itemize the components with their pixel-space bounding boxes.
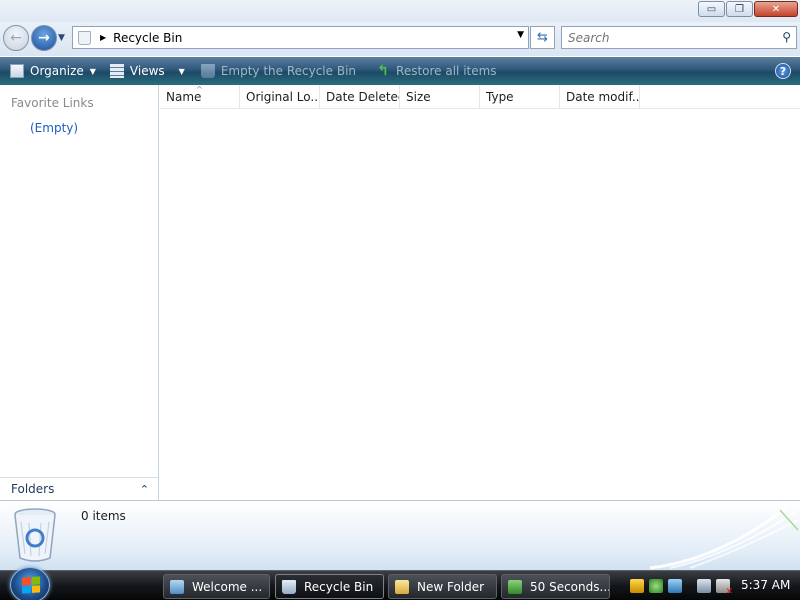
item-count: 0 items — [81, 509, 126, 523]
ie-icon — [170, 579, 184, 594]
start-button[interactable] — [10, 567, 50, 600]
system-tray — [630, 575, 733, 597]
taskbar-item-label: Recycle Bin — [304, 579, 374, 594]
views-button[interactable]: Views ▼ — [106, 57, 189, 85]
favorite-links-header: Favorite Links — [11, 96, 94, 110]
recycle-bin-icon — [78, 30, 91, 45]
taskbar-item-label: 50 Seconds... — [530, 579, 610, 594]
recent-pages-dropdown[interactable]: ▼ — [58, 33, 65, 43]
forward-button[interactable]: → — [31, 25, 57, 51]
navigation-pane: Favorite Links (Empty) Folders ⌃ — [0, 85, 159, 500]
decorative-swoosh — [649, 503, 799, 570]
file-list[interactable] — [160, 109, 800, 500]
restore-all-button[interactable]: ↰ Restore all items — [372, 57, 501, 85]
command-bar: Organize ▼ Views ▼ Empty the Recycle Bin… — [0, 57, 800, 85]
organize-button[interactable]: Organize ▼ — [6, 57, 100, 85]
organize-icon — [10, 64, 24, 78]
app-icon — [508, 579, 522, 594]
volume-muted-icon[interactable] — [716, 579, 733, 597]
folders-label: Folders — [11, 482, 55, 496]
search-icon[interactable]: ⚲ — [782, 30, 791, 44]
column-date-deleted[interactable]: Date Deleted — [320, 85, 400, 109]
views-label: Views — [129, 64, 165, 78]
clock[interactable]: 5:37 AM — [741, 578, 790, 592]
organize-label: Organize — [30, 64, 84, 78]
favorite-links-empty: (Empty) — [30, 121, 79, 135]
column-type-label: Type — [486, 90, 514, 104]
users-icon[interactable] — [649, 579, 663, 593]
address-row: ← → ▼ ▶ Recycle Bin ▼ ⇆ ⚲ — [0, 22, 800, 56]
chevron-down-icon: ▼ — [89, 66, 96, 76]
restore-all-label: Restore all items — [396, 64, 497, 78]
address-bar[interactable]: ▶ Recycle Bin ▼ — [72, 26, 529, 49]
window-controls: ▭ ❐ ✕ — [698, 1, 798, 17]
address-dropdown-button[interactable]: ▼ — [517, 30, 524, 40]
chevron-up-icon: ⌃ — [139, 482, 149, 496]
column-date-deleted-label: Date Deleted — [326, 90, 400, 104]
help-icon: ? — [779, 64, 787, 78]
network-disconnected-icon[interactable] — [697, 579, 711, 593]
taskbar-item-label: Welcome ... — [192, 579, 263, 594]
arrow-right-icon: → — [38, 30, 50, 46]
folder-icon — [395, 579, 409, 594]
taskbar-item-welcome[interactable]: Welcome ... — [163, 574, 270, 599]
taskbar-item-label: New Folder — [417, 579, 485, 594]
security-shield-icon[interactable] — [630, 579, 644, 593]
folders-toggle[interactable]: Folders ⌃ — [0, 477, 158, 500]
column-headers: ^ Name Original Lo... Date Deleted Size … — [160, 85, 800, 109]
recycle-bin-icon — [282, 579, 296, 594]
close-button[interactable]: ✕ — [754, 1, 798, 17]
search-box[interactable]: ⚲ — [561, 26, 797, 49]
column-date-modified[interactable]: Date modif... — [560, 85, 640, 109]
breadcrumb-chevron-icon[interactable]: ▶ — [100, 33, 106, 42]
sort-ascending-icon: ^ — [196, 85, 203, 94]
minimize-button[interactable]: ▭ — [698, 1, 725, 17]
refresh-icon: ⇆ — [537, 30, 548, 45]
column-size-label: Size — [406, 90, 431, 104]
taskbar-item-recycle-bin[interactable]: Recycle Bin — [275, 574, 384, 599]
maximize-button[interactable]: ❐ — [726, 1, 753, 17]
back-button[interactable]: ← — [3, 25, 29, 51]
column-date-modified-label: Date modif... — [566, 90, 640, 104]
taskbar: Welcome ... Recycle Bin New Folder 50 Se… — [0, 567, 800, 600]
column-type[interactable]: Type — [480, 85, 560, 109]
column-name[interactable]: ^ Name — [160, 85, 240, 109]
help-button[interactable]: ? — [775, 63, 791, 79]
restore-arrow-icon: ↰ — [377, 63, 389, 79]
search-input[interactable] — [562, 27, 762, 48]
empty-bin-icon — [200, 64, 215, 78]
column-size[interactable]: Size — [400, 85, 480, 109]
breadcrumb-recycle-bin[interactable]: Recycle Bin — [113, 31, 182, 45]
taskbar-item-50-seconds[interactable]: 50 Seconds... — [501, 574, 610, 599]
windows-logo-icon — [22, 576, 40, 594]
details-pane: 0 items — [0, 500, 800, 570]
chevron-down-icon: ▼ — [178, 66, 185, 76]
refresh-button[interactable]: ⇆ — [530, 26, 555, 49]
empty-recycle-bin-button[interactable]: Empty the Recycle Bin — [197, 57, 360, 85]
arrow-left-icon: ← — [10, 30, 22, 46]
taskbar-item-new-folder[interactable]: New Folder — [388, 574, 497, 599]
empty-recycle-bin-label: Empty the Recycle Bin — [220, 64, 357, 78]
column-original-location[interactable]: Original Lo... — [240, 85, 320, 109]
network-icon[interactable] — [668, 579, 682, 593]
title-bar: ▭ ❐ ✕ — [0, 0, 800, 22]
recycle-bin-large-icon — [14, 508, 56, 562]
column-original-location-label: Original Lo... — [246, 90, 320, 104]
views-icon — [109, 64, 124, 78]
